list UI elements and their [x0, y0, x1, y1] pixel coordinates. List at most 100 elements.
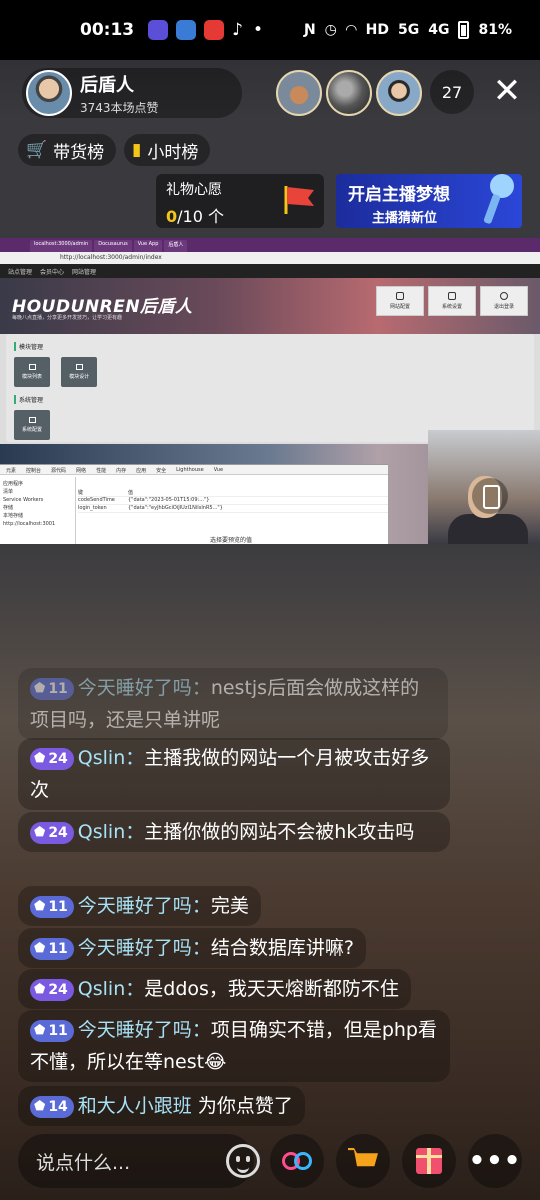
system-settings-button[interactable]: 系统设置 — [428, 286, 476, 316]
devtools-tab[interactable]: Lighthouse — [176, 467, 204, 473]
screen-share: localhost:3000/admin Docusaurus Vue App … — [0, 238, 540, 544]
more-icon: ••• — [468, 1146, 522, 1176]
chat-username: 今天睡好了吗 — [77, 895, 192, 917]
module-design-tile[interactable]: 模块设计 — [61, 357, 98, 387]
devtools-side-item[interactable]: http://localhost:3001 — [3, 520, 72, 528]
devtools-tab[interactable]: 源代码 — [51, 467, 66, 474]
chat-message[interactable]: 14和大人小跟班 为你点赞了 — [18, 1086, 305, 1126]
chat-message[interactable]: 11今天睡好了吗：结合数据库讲嘛? — [18, 928, 366, 968]
devtools-tab[interactable]: 元素 — [6, 467, 16, 474]
comment-placeholder: 说点什么... — [36, 1152, 131, 1174]
chat-username: 今天睡好了吗 — [77, 937, 192, 959]
chat-message[interactable]: 11今天睡好了吗：nestjs后面会做成这样的项目吗，还是只单讲呢 — [18, 668, 448, 740]
flag-icon — [284, 186, 314, 214]
chat-text: 是ddos，我天天熔断都防不住 — [144, 978, 399, 1000]
battery-level: 81% — [478, 22, 512, 38]
browser-tab[interactable]: 后盾人 — [164, 240, 188, 252]
browser-tab[interactable]: Docusaurus — [94, 240, 132, 252]
emoji-icon[interactable] — [226, 1144, 260, 1178]
chat-username: Qslin — [77, 821, 126, 843]
devtools-tab[interactable]: 内存 — [116, 467, 126, 474]
link-button[interactable] — [270, 1134, 324, 1188]
viewer-avatar[interactable] — [376, 70, 422, 116]
app-notification-icon — [148, 20, 169, 40]
chat-text: 结合数据库讲嘛? — [210, 937, 354, 959]
devtools-tab[interactable]: 网络 — [76, 467, 86, 474]
level-badge: 11 — [30, 1020, 74, 1042]
comment-input[interactable]: 说点什么... — [18, 1134, 260, 1188]
devtools-hint: 选择要预览的值 — [210, 537, 253, 544]
devtools-side-item[interactable]: 本地存储 — [3, 512, 72, 520]
devtools-sidebar: 应用程序 清单 Service Workers 存储 本地存储 http://l… — [0, 477, 76, 544]
bottom-bar: 说点什么... ••• — [0, 1134, 540, 1190]
module-list-tile[interactable]: 模块列表 — [14, 357, 50, 387]
viewer-avatar[interactable] — [326, 70, 372, 116]
status-time: 00:13 — [80, 20, 135, 40]
site-config-button[interactable]: 网站配置 — [376, 286, 424, 316]
devtools-side-item[interactable]: Service Workers — [3, 496, 72, 504]
devtools-tab[interactable]: 控制台 — [26, 467, 41, 474]
chat-username: Qslin — [77, 747, 126, 769]
cart-icon: 🛒 — [26, 140, 48, 160]
shop-button[interactable] — [336, 1134, 390, 1188]
site-hero: HOUDUNREN后盾人 每晚八点直播，分享更多开发技巧，让学习更有趣 网站配置… — [0, 278, 540, 334]
signal-4g-icon: 4G — [428, 22, 450, 38]
logout-button[interactable]: 退出登录 — [480, 286, 528, 316]
dot-icon: • — [252, 20, 264, 40]
devtools-side-item[interactable]: 清单 — [3, 488, 72, 496]
host-dream-banner[interactable]: 开启主播梦想 主播猜新位 — [336, 174, 522, 228]
chat-username: Qslin — [77, 978, 126, 1000]
chat-message[interactable]: 11今天睡好了吗：完美 — [18, 886, 261, 926]
gift-wish-card[interactable]: 礼物心愿 0/10 个 — [156, 174, 324, 228]
chat-message[interactable]: 24Qslin：主播我做的网站一个月被攻击好多次 — [18, 738, 450, 810]
viewer-avatar[interactable] — [276, 70, 322, 116]
tiktok-icon: ♪ — [232, 20, 243, 40]
system-config-tile[interactable]: 系统配置 — [14, 410, 50, 440]
devtools-tab[interactable]: Vue — [214, 467, 223, 473]
gift-button[interactable] — [402, 1134, 456, 1188]
goods-rank-label: 带货榜 — [53, 142, 105, 163]
table-row[interactable]: login_token {"data":"eyJhbGciOiJIUzI1NiIs… — [78, 505, 388, 513]
chat-username: 和大人小跟班 — [77, 1095, 192, 1117]
host-info[interactable]: 后盾人 3743本场点赞 — [22, 68, 242, 118]
alarm-icon: ◷ — [324, 22, 337, 38]
nav-item[interactable]: 会员中心 — [40, 267, 64, 276]
bar-chart-icon: ▮ — [132, 140, 142, 160]
cart-icon — [348, 1148, 378, 1167]
goods-rank-button[interactable]: 🛒 带货榜 — [18, 134, 117, 166]
chat-username: 今天睡好了吗 — [77, 1019, 192, 1041]
signal-5g-icon: 5G — [398, 22, 420, 38]
devtools-side-item[interactable]: 存储 — [3, 504, 72, 512]
chat-message[interactable]: 24Qslin：是ddos，我天天熔断都防不住 — [18, 969, 411, 1009]
table-row[interactable]: 键值 — [78, 489, 388, 497]
browser-tab-bar: localhost:3000/admin Docusaurus Vue App … — [0, 238, 540, 252]
browser-tab[interactable]: Vue App — [133, 240, 163, 252]
devtools-side-item[interactable]: 应用程序 — [3, 480, 72, 488]
devtools-tab[interactable]: 性能 — [96, 467, 106, 474]
chat-username: 今天睡好了吗 — [77, 677, 192, 699]
nav-item[interactable]: 站点管理 — [8, 267, 32, 276]
address-bar[interactable]: http://localhost:3000/admin/index — [0, 252, 540, 264]
devtools-tab[interactable]: 应用 — [136, 467, 146, 474]
level-badge: 14 — [30, 1096, 74, 1118]
nav-item[interactable]: 网站管理 — [72, 267, 96, 276]
devtools-panel: 元素 控制台 源代码 网络 性能 内存 应用 安全 Lighthouse Vue… — [0, 464, 388, 544]
devtools-tab[interactable]: 安全 — [156, 467, 166, 474]
chat-message[interactable]: 11今天睡好了吗：项目确实不错，但是php看不懂，所以在等nest😂 — [18, 1010, 450, 1082]
link-icon — [282, 1152, 312, 1170]
more-button[interactable]: ••• — [468, 1134, 522, 1188]
table-row[interactable]: codeSendTime {"data":"2023-05-01T15:09:..… — [78, 497, 388, 505]
chat-message[interactable]: 24Qslin：主播你做的网站不会被hk攻击吗 — [18, 812, 450, 852]
chat-text: 主播你做的网站不会被hk攻击吗 — [144, 821, 415, 843]
host-avatar[interactable] — [26, 70, 72, 116]
admin-panel: 模块管理 模块列表 模块设计 系统管理 系统配置 — [6, 334, 534, 442]
news-app-icon — [204, 20, 225, 40]
hourly-rank-button[interactable]: ▮ 小时榜 — [124, 134, 211, 166]
site-tagline: 每晚八点直播，分享更多开发技巧，让学习更有趣 — [12, 315, 123, 321]
rotate-screen-icon[interactable] — [472, 478, 508, 514]
host-likes: 3743本场点赞 — [80, 100, 159, 115]
hourly-rank-label: 小时榜 — [147, 142, 199, 163]
close-button[interactable]: ✕ — [490, 74, 524, 110]
browser-tab[interactable]: localhost:3000/admin — [30, 240, 93, 252]
viewer-count[interactable]: 27 — [430, 70, 474, 114]
